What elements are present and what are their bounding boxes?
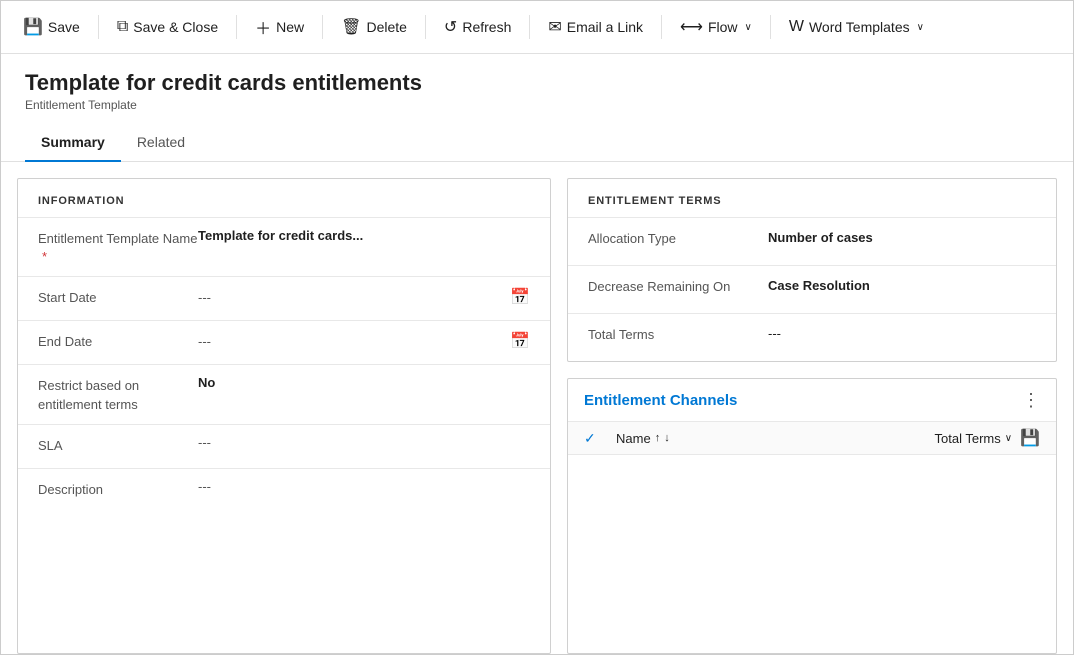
channels-title: Entitlement Channels (584, 392, 737, 409)
save-close-label: Save & Close (133, 19, 218, 35)
flow-label: Flow (708, 19, 738, 35)
field-label-start-date: Start Date (38, 287, 198, 307)
tab-related[interactable]: Related (121, 124, 201, 162)
field-value-total-terms[interactable]: --- (768, 326, 1036, 341)
information-section-title: INFORMATION (18, 179, 550, 217)
field-decrease-remaining: Decrease Remaining On Case Resolution (568, 265, 1056, 313)
refresh-button[interactable]: ↺ Refresh (434, 11, 521, 43)
field-value-decrease-remaining[interactable]: Case Resolution (768, 278, 1036, 293)
field-description: Description --- (18, 468, 550, 512)
channels-save-icon[interactable]: 💾 (1020, 428, 1040, 448)
save-close-icon: ⧉ (117, 18, 128, 36)
field-value-description[interactable]: --- (198, 479, 530, 494)
save-close-button[interactable]: ⧉ Save & Close (107, 12, 228, 42)
email-button[interactable]: ✉ Email a Link (538, 11, 653, 43)
terms-sort-chevron-icon: ∨ (1005, 433, 1012, 444)
field-label-decrease-remaining: Decrease Remaining On (588, 278, 768, 296)
field-entitlement-name: Entitlement Template Name * Template for… (18, 217, 550, 276)
email-icon: ✉ (548, 17, 561, 37)
tabs: Summary Related (1, 124, 1073, 162)
email-label: Email a Link (567, 19, 643, 35)
channels-table-header: ✓ Name ↑ ↓ Total Terms ∨ 💾 (568, 422, 1056, 455)
field-total-terms: Total Terms --- (568, 313, 1056, 361)
word-templates-button[interactable]: W Word Templates ∨ (779, 12, 934, 42)
delete-icon: 🗑 (341, 17, 361, 37)
field-label-sla: SLA (38, 435, 198, 455)
word-templates-chevron-icon: ∨ (917, 22, 924, 33)
new-label: New (276, 19, 304, 35)
information-panel: INFORMATION Entitlement Template Name * … (17, 178, 551, 654)
separator-5 (529, 15, 530, 39)
separator-2 (236, 15, 237, 39)
field-label-entitlement-name: Entitlement Template Name * (38, 228, 198, 266)
required-marker: * (42, 249, 47, 264)
channels-menu-button[interactable]: ⋮ (1022, 391, 1040, 409)
page-title: Template for credit cards entitlements (25, 70, 1049, 96)
start-date-calendar-icon[interactable]: 📅 (510, 287, 530, 307)
name-column-header[interactable]: Name ↑ ↓ (616, 431, 935, 446)
entitlement-terms-title: ENTITLEMENT TERMS (568, 179, 1056, 217)
name-sort-desc-icon: ↓ (664, 432, 670, 444)
separator-3 (322, 15, 323, 39)
field-label-total-terms: Total Terms (588, 326, 768, 344)
save-button[interactable]: 💾 Save (13, 11, 90, 43)
field-restrict: Restrict based on entitlement terms No (18, 364, 550, 423)
new-button[interactable]: ＋ New (245, 9, 314, 45)
word-icon: W (789, 18, 804, 36)
refresh-label: Refresh (462, 19, 511, 35)
right-column: ENTITLEMENT TERMS Allocation Type Number… (567, 178, 1057, 654)
field-label-restrict: Restrict based on entitlement terms (38, 375, 198, 413)
plus-icon: ＋ (255, 15, 271, 39)
field-value-entitlement-name[interactable]: Template for credit cards... (198, 228, 530, 243)
field-value-restrict[interactable]: No (198, 375, 530, 390)
check-icon[interactable]: ✓ (584, 430, 596, 447)
tab-summary[interactable]: Summary (25, 124, 121, 162)
delete-button[interactable]: 🗑 Delete (331, 11, 417, 43)
save-icon: 💾 (23, 17, 43, 37)
word-templates-label: Word Templates (809, 19, 910, 35)
refresh-icon: ↺ (444, 17, 457, 37)
field-end-date: End Date --- 📅 (18, 320, 550, 364)
field-start-date: Start Date --- 📅 (18, 276, 550, 320)
total-terms-col-label: Total Terms (935, 431, 1001, 446)
flow-chevron-icon: ∨ (745, 22, 752, 33)
total-terms-column-header[interactable]: Total Terms ∨ (935, 431, 1013, 446)
field-value-allocation-type[interactable]: Number of cases (768, 230, 1036, 245)
end-date-calendar-icon[interactable]: 📅 (510, 331, 530, 351)
delete-label: Delete (366, 19, 406, 35)
field-value-end-date[interactable]: --- 📅 (198, 331, 530, 351)
flow-icon: ⟷ (680, 17, 703, 37)
page-subtitle: Entitlement Template (25, 98, 1049, 112)
check-column: ✓ (584, 430, 616, 447)
field-value-sla[interactable]: --- (198, 435, 530, 450)
separator-6 (661, 15, 662, 39)
content-area: INFORMATION Entitlement Template Name * … (1, 162, 1073, 654)
field-allocation-type: Allocation Type Number of cases (568, 217, 1056, 265)
name-col-label: Name (616, 431, 651, 446)
field-label-allocation-type: Allocation Type (588, 230, 768, 248)
name-sort-asc-icon: ↑ (655, 432, 661, 444)
entitlement-channels-panel: Entitlement Channels ⋮ ✓ Name ↑ ↓ Total … (567, 378, 1057, 654)
separator-1 (98, 15, 99, 39)
field-label-description: Description (38, 479, 198, 499)
field-sla: SLA --- (18, 424, 550, 468)
page-header: Template for credit cards entitlements E… (1, 54, 1073, 112)
channels-header: Entitlement Channels ⋮ (568, 379, 1056, 422)
field-label-end-date: End Date (38, 331, 198, 351)
flow-button[interactable]: ⟷ Flow ∨ (670, 11, 762, 43)
toolbar: 💾 Save ⧉ Save & Close ＋ New 🗑 Delete ↺ R… (1, 1, 1073, 54)
separator-4 (425, 15, 426, 39)
save-label: Save (48, 19, 80, 35)
separator-7 (770, 15, 771, 39)
entitlement-terms-panel: ENTITLEMENT TERMS Allocation Type Number… (567, 178, 1057, 362)
field-value-start-date[interactable]: --- 📅 (198, 287, 530, 307)
